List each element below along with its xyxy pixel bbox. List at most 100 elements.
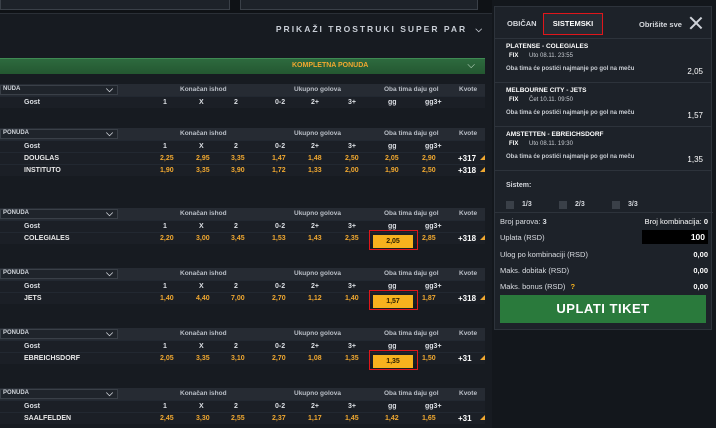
- odd-cell[interactable]: 2,90: [422, 155, 436, 162]
- col-label: gg3+: [425, 143, 442, 150]
- odd-cell[interactable]: 3,90: [231, 167, 245, 174]
- col-label: 3+: [348, 99, 356, 106]
- odd-cell[interactable]: 1,72: [272, 167, 286, 174]
- odd-cell[interactable]: 1,87: [422, 295, 436, 302]
- odd-cell[interactable]: 1,53: [272, 235, 286, 242]
- help-icon[interactable]: ?: [571, 282, 576, 291]
- col-label: gg: [388, 283, 397, 290]
- odd-cell[interactable]: 1,90: [385, 167, 399, 174]
- top-tab-2[interactable]: [240, 0, 478, 10]
- odd-cell[interactable]: 1,90: [160, 167, 174, 174]
- odd-cell[interactable]: 2,05: [385, 155, 399, 162]
- tab-obican[interactable]: OBIČAN: [507, 19, 537, 28]
- col-label: 2+: [311, 223, 319, 230]
- fix-badge[interactable]: FIX: [509, 53, 518, 59]
- more-odds-link[interactable]: +31: [458, 354, 472, 363]
- offer-select[interactable]: PONUDA ⌵: [0, 268, 118, 279]
- offer-select[interactable]: PONUDA ⌵: [0, 328, 118, 339]
- offer-select[interactable]: PONUDA ⌵: [0, 208, 118, 219]
- odd-cell[interactable]: 2,95: [196, 155, 210, 162]
- bet-match: PLATENSE - COLEGIALES: [506, 43, 589, 50]
- clear-all-link[interactable]: Obrišite sve: [639, 20, 682, 29]
- trostruki-toggle[interactable]: PRIKAŽI TROSTRUKI SUPER PAR ⌵: [276, 24, 484, 35]
- more-odds-link[interactable]: +318: [458, 294, 476, 303]
- odd-cell[interactable]: 1,42: [385, 415, 399, 422]
- odd-cell[interactable]: 2,00: [345, 167, 359, 174]
- odd-cell[interactable]: 2,70: [272, 355, 286, 362]
- col-label: 1: [163, 283, 167, 290]
- odd-cell[interactable]: 7,00: [231, 295, 245, 302]
- odd-cell[interactable]: 1,45: [345, 415, 359, 422]
- odd-cell[interactable]: 3,00: [196, 235, 210, 242]
- odd-cell[interactable]: 3,10: [231, 355, 245, 362]
- odd-cell[interactable]: 2,20: [160, 235, 174, 242]
- corner-marker: [480, 415, 485, 420]
- odd-cell[interactable]: 1,43: [308, 235, 322, 242]
- col-label: gg: [388, 223, 397, 230]
- fix-badge[interactable]: FIX: [509, 141, 518, 147]
- odd-cell[interactable]: 2,55: [231, 415, 245, 422]
- team-name: SAALFELDEN: [24, 415, 72, 422]
- kompletna-ponuda-bar[interactable]: KOMPLETNA PONUDA ⌵: [0, 58, 485, 74]
- bet-date: Uto 08.11. 23:55: [529, 53, 573, 59]
- sistem-checkbox-1[interactable]: [506, 201, 514, 209]
- fix-badge[interactable]: FIX: [509, 97, 518, 103]
- top-tab-1[interactable]: [0, 0, 230, 10]
- block-header: PONUDA ⌵ Konačan ishod Ukupno golova Oba tim…: [0, 208, 485, 220]
- sistem-checkbox-3[interactable]: [612, 201, 620, 209]
- ukupno-golova-label: Ukupno golova: [294, 270, 341, 277]
- uplata-input[interactable]: 100: [642, 230, 708, 244]
- odd-cell[interactable]: 3,35: [231, 155, 245, 162]
- odd-cell[interactable]: 1,47: [272, 155, 286, 162]
- tab-sistemski[interactable]: SISTEMSKI: [543, 13, 603, 35]
- odd-cell[interactable]: 2,45: [160, 415, 174, 422]
- odd-cell[interactable]: 2,05: [160, 355, 174, 362]
- col-label: 2: [234, 283, 238, 290]
- col-label: 3+: [348, 283, 356, 290]
- broj-parova-row: Broj parova: 3 Broj kombinacija: 0: [500, 217, 708, 226]
- odd-cell[interactable]: 2,70: [272, 295, 286, 302]
- odd-cell[interactable]: 4,40: [196, 295, 210, 302]
- selection-highlight: [369, 290, 418, 310]
- odd-cell[interactable]: 3,35: [196, 167, 210, 174]
- more-odds-link[interactable]: +317: [458, 154, 476, 163]
- offer-select[interactable]: NUDA ⌵: [0, 84, 118, 95]
- more-odds-link[interactable]: +318: [458, 166, 476, 175]
- odd-cell[interactable]: 1,65: [422, 415, 436, 422]
- odd-cell[interactable]: 2,25: [160, 155, 174, 162]
- broj-parova-label: Broj parova:: [500, 217, 541, 226]
- more-odds-link[interactable]: +318: [458, 234, 476, 243]
- odd-cell[interactable]: 2,50: [422, 167, 436, 174]
- col-label: 1: [163, 403, 167, 410]
- odd-cell[interactable]: 1,48: [308, 155, 322, 162]
- table-row: COLEGIALES 2,20 3,00 3,45 1,53 1,43 2,35 2,05 2,…: [0, 230, 485, 250]
- more-odds-link[interactable]: +31: [458, 414, 472, 423]
- offer-select[interactable]: PONUDA ⌵: [0, 388, 118, 399]
- odd-cell[interactable]: 1,33: [308, 167, 322, 174]
- col-label: 2: [234, 403, 238, 410]
- sistem-label: Sistem:: [506, 182, 532, 189]
- odd-cell[interactable]: 1,40: [345, 295, 359, 302]
- bet-odd: 1,57: [687, 111, 703, 120]
- odd-cell[interactable]: 2,85: [422, 235, 436, 242]
- gost-label: Gost: [24, 223, 40, 230]
- sistem-checkbox-2[interactable]: [559, 201, 567, 209]
- close-icon[interactable]: [689, 16, 703, 30]
- odd-cell[interactable]: 2,50: [345, 155, 359, 162]
- odd-cell[interactable]: 3,35: [196, 355, 210, 362]
- offer-select[interactable]: PONUDA ⌵: [0, 128, 118, 139]
- bet-odd: 1,35: [687, 155, 703, 164]
- col-label: 2+: [311, 283, 319, 290]
- odd-cell[interactable]: 2,35: [345, 235, 359, 242]
- odd-cell[interactable]: 3,30: [196, 415, 210, 422]
- odd-cell[interactable]: 1,08: [308, 355, 322, 362]
- odd-cell[interactable]: 1,40: [160, 295, 174, 302]
- odd-cell[interactable]: 1,17: [308, 415, 322, 422]
- odd-cell[interactable]: 1,12: [308, 295, 322, 302]
- uplati-tiket-button[interactable]: UPLATI TIKET: [500, 295, 706, 323]
- odd-cell[interactable]: 1,50: [422, 355, 436, 362]
- col-label: 1: [163, 343, 167, 350]
- odd-cell[interactable]: 2,37: [272, 415, 286, 422]
- odd-cell[interactable]: 3,45: [231, 235, 245, 242]
- odd-cell[interactable]: 1,35: [345, 355, 359, 362]
